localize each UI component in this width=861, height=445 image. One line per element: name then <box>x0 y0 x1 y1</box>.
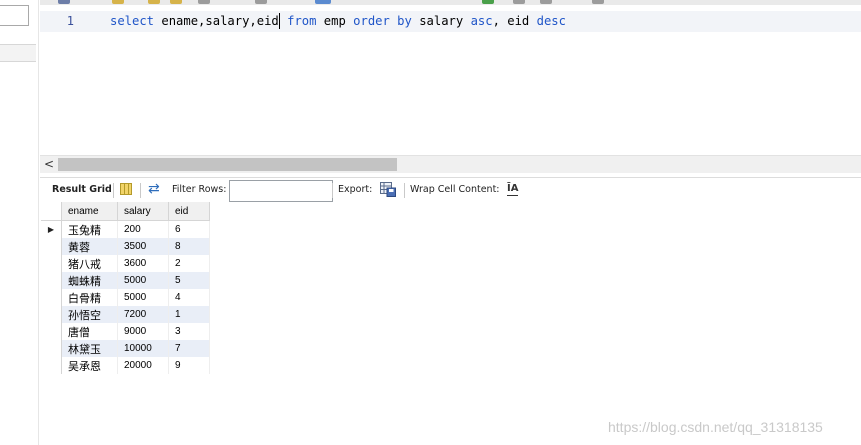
watermark-text: https://blog.csdn.net/qq_31318135 <box>608 419 823 435</box>
table-row[interactable]: 蜘蛛精 5000 5 <box>41 272 210 289</box>
export-icon[interactable] <box>380 182 396 197</box>
column-header-eid[interactable]: eid <box>168 202 210 221</box>
cell-ename[interactable]: 玉兔精 <box>61 220 118 238</box>
wrap-cell-content-label: Wrap Cell Content: <box>410 184 500 195</box>
table-row[interactable]: 吴承恩 20000 9 <box>41 357 210 374</box>
table-header-row: ename salary eid <box>41 202 210 221</box>
export-label: Export: <box>338 184 373 195</box>
result-table: ename salary eid ▶ 玉兔精 200 6 黄蓉 3500 8 猪… <box>41 202 210 374</box>
cell-eid[interactable]: 8 <box>168 238 210 255</box>
sql-token-from: from <box>279 14 317 28</box>
toolbar-icon-edit[interactable] <box>112 0 124 4</box>
cell-eid[interactable]: 9 <box>168 357 210 374</box>
cell-ename[interactable]: 林黛玉 <box>61 340 118 357</box>
cell-salary[interactable]: 20000 <box>117 357 169 374</box>
toolbar-divider <box>332 183 333 198</box>
toolbar-icon-wrap[interactable] <box>592 0 604 4</box>
scroll-left-icon[interactable]: < <box>44 156 54 172</box>
toolbar-icon-open[interactable] <box>58 0 70 4</box>
grid-corner <box>41 202 62 221</box>
current-line-highlight: 1 select ename,salary,eid from emp order… <box>40 11 861 32</box>
column-header-ename[interactable]: ename <box>61 202 118 221</box>
cell-ename[interactable]: 孙悟空 <box>61 306 118 323</box>
sql-token-desc: desc <box>536 14 566 28</box>
row-header <box>41 306 62 323</box>
wrap-cell-icon[interactable]: ĪA <box>507 183 519 196</box>
cell-eid[interactable]: 3 <box>168 323 210 340</box>
table-row[interactable]: 猪八戒 3600 2 <box>41 255 210 272</box>
cell-salary[interactable]: 3600 <box>117 255 169 272</box>
sql-token-order-by: order by <box>353 14 412 28</box>
editor-horizontal-scrollbar[interactable]: < <box>40 155 861 173</box>
toolbar-icon-execute[interactable] <box>148 0 160 4</box>
cell-salary[interactable]: 9000 <box>117 323 169 340</box>
table-row[interactable]: 孙悟空 7200 1 <box>41 306 210 323</box>
sql-query-text[interactable]: select ename,salary,eid from emp order b… <box>110 11 566 32</box>
table-row[interactable]: 唐僧 9000 3 <box>41 323 210 340</box>
table-row[interactable]: 黄蓉 3500 8 <box>41 238 210 255</box>
result-grid: ename salary eid ▶ 玉兔精 200 6 黄蓉 3500 8 猪… <box>40 202 861 445</box>
result-toolbar: Result Grid ⇄ Filter Rows: Export: Wrap … <box>40 177 861 203</box>
cell-salary[interactable]: 200 <box>117 220 169 238</box>
cell-ename[interactable]: 白骨精 <box>61 289 118 306</box>
cell-ename[interactable]: 蜘蛛精 <box>61 272 118 289</box>
left-sidebar <box>0 0 39 445</box>
cell-salary[interactable]: 5000 <box>117 289 169 306</box>
row-header <box>41 272 62 289</box>
toolbar-divider <box>404 183 405 198</box>
toolbar-icon-stop[interactable] <box>170 0 182 4</box>
row-header <box>41 357 62 374</box>
cell-eid[interactable]: 1 <box>168 306 210 323</box>
sql-token-eid: , eid <box>492 14 537 28</box>
cell-eid[interactable]: 4 <box>168 289 210 306</box>
row-header <box>41 255 62 272</box>
cell-salary[interactable]: 3500 <box>117 238 169 255</box>
grid-view-icon[interactable] <box>120 183 132 195</box>
cell-salary[interactable]: 10000 <box>117 340 169 357</box>
table-row[interactable]: 林黛玉 10000 7 <box>41 340 210 357</box>
row-header <box>41 323 62 340</box>
sql-editor[interactable]: 1 select ename,salary,eid from emp order… <box>40 5 861 155</box>
sql-token-columns: ename,salary,eid <box>154 14 279 28</box>
cell-salary[interactable]: 7200 <box>117 306 169 323</box>
refresh-icon[interactable]: ⇄ <box>148 181 160 197</box>
toolbar-divider <box>113 183 114 198</box>
row-header <box>41 340 62 357</box>
cell-eid[interactable]: 6 <box>168 220 210 238</box>
toolbar-icon-rollback[interactable] <box>255 0 267 4</box>
toolbar-icon-commit[interactable] <box>198 0 210 4</box>
current-row-indicator: ▶ <box>41 220 62 238</box>
cell-eid[interactable]: 2 <box>168 255 210 272</box>
column-header-salary[interactable]: salary <box>117 202 169 221</box>
toolbar-icon-toggle[interactable] <box>315 0 331 4</box>
result-grid-tab[interactable]: Result Grid <box>52 184 112 195</box>
toolbar-divider <box>140 183 141 198</box>
toolbar-icon-beautify[interactable] <box>482 0 494 4</box>
table-row[interactable]: ▶ 玉兔精 200 6 <box>41 220 210 238</box>
filter-rows-input[interactable] <box>229 180 333 202</box>
row-header <box>41 238 62 255</box>
row-header <box>41 289 62 306</box>
scrollbar-thumb[interactable] <box>58 158 397 171</box>
cell-ename[interactable]: 黄蓉 <box>61 238 118 255</box>
cell-ename[interactable]: 唐僧 <box>61 323 118 340</box>
sql-token-table: emp <box>316 14 354 28</box>
sidebar-search-field[interactable] <box>0 5 29 26</box>
cell-ename[interactable]: 吴承恩 <box>61 357 118 374</box>
toolbar-icon-invisible[interactable] <box>540 0 552 4</box>
cell-eid[interactable]: 7 <box>168 340 210 357</box>
cell-salary[interactable]: 5000 <box>117 272 169 289</box>
cell-ename[interactable]: 猪八戒 <box>61 255 118 272</box>
sql-token-select: select <box>110 14 155 28</box>
sql-token-asc: asc <box>470 14 493 28</box>
toolbar-icon-find[interactable] <box>513 0 525 4</box>
cell-eid[interactable]: 5 <box>168 272 210 289</box>
line-number: 1 <box>66 14 74 28</box>
table-row[interactable]: 白骨精 5000 4 <box>41 289 210 306</box>
sql-token-salary: salary <box>411 14 471 28</box>
filter-rows-label: Filter Rows: <box>172 184 227 195</box>
sidebar-divider <box>0 44 36 62</box>
